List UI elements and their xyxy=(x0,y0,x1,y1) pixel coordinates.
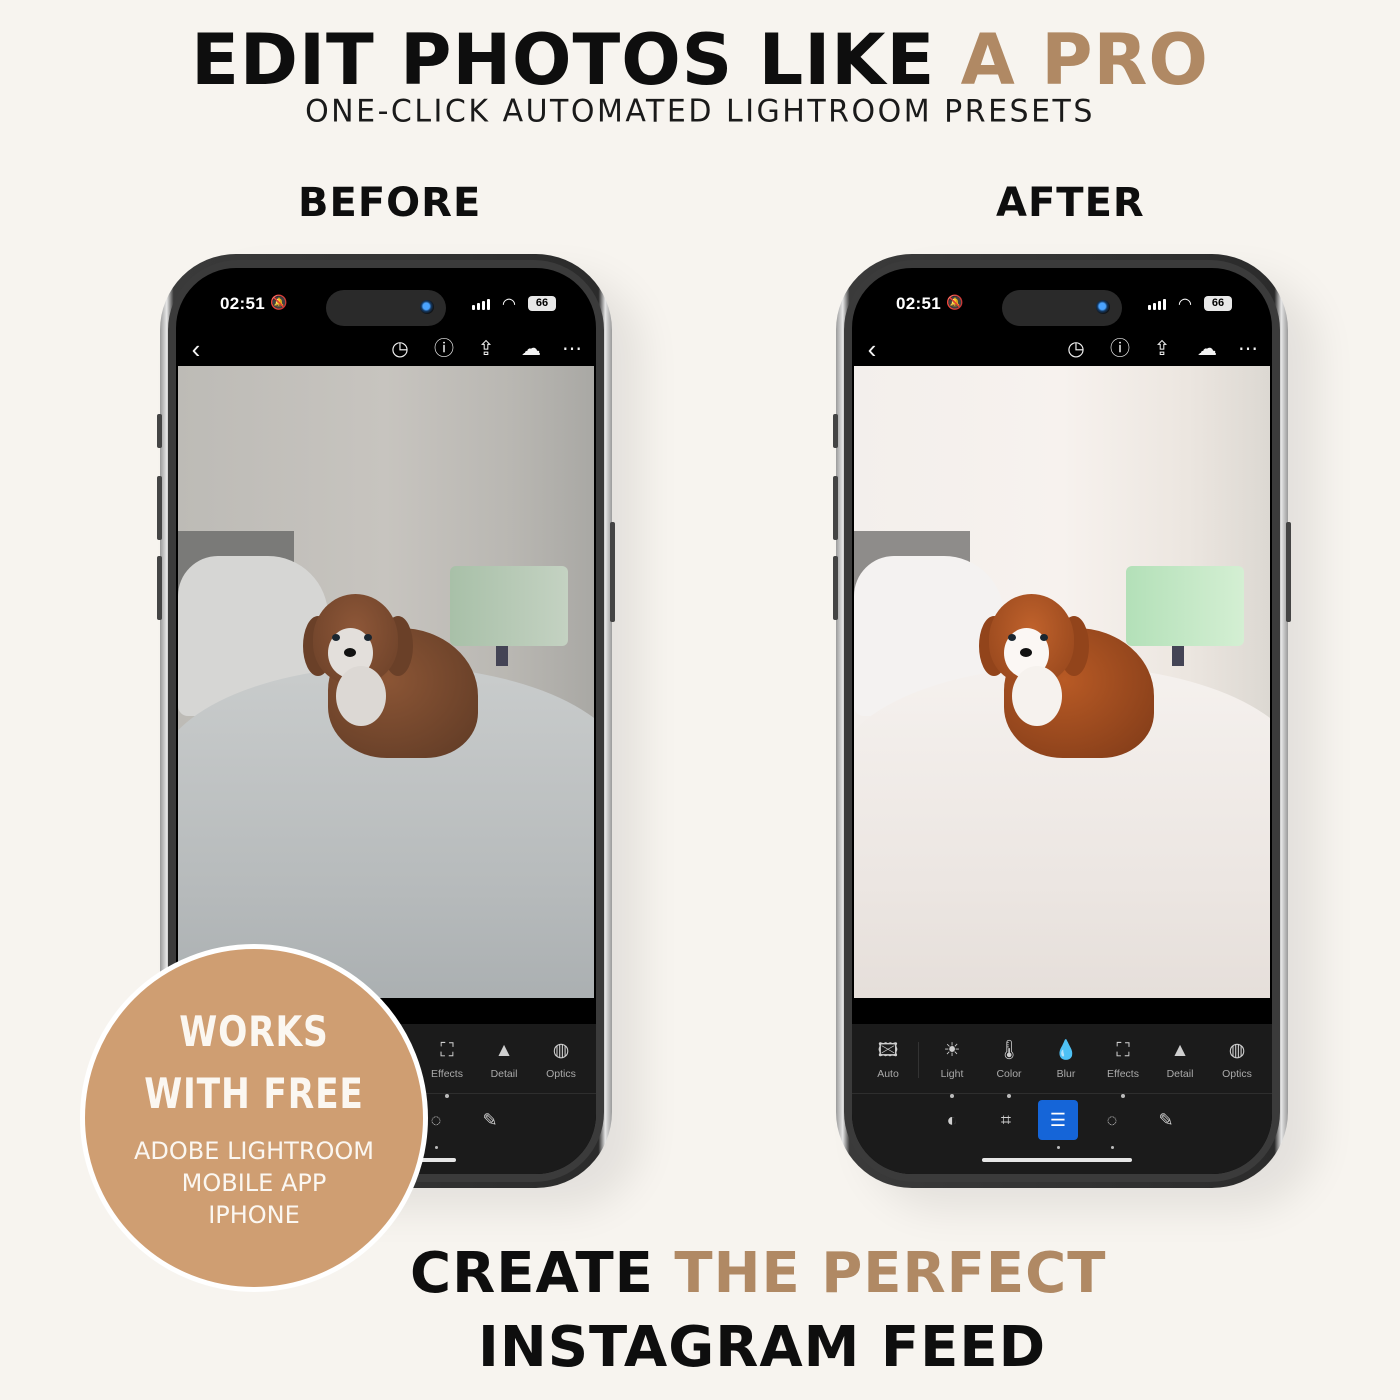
tool-blur[interactable]: 💧Blur xyxy=(1038,1038,1094,1080)
after-label: AFTER xyxy=(996,180,1145,226)
badge-line-2: WITH FREE xyxy=(144,1069,364,1118)
mode-healing[interactable]: ✎ xyxy=(470,1100,510,1140)
footer-line-2: INSTAGRAM FEED xyxy=(478,1315,1047,1380)
battery-indicator: 66 xyxy=(1204,296,1232,311)
camera-icon xyxy=(1096,300,1110,314)
history-icon[interactable]: ◷ xyxy=(1064,338,1088,360)
auto-icon: 🖾 xyxy=(877,1040,899,1061)
history-icon[interactable]: ◷ xyxy=(388,338,412,360)
home-indicator xyxy=(982,1158,1132,1162)
triangle-icon: ▲ xyxy=(1170,1040,1190,1061)
signal-icon xyxy=(1148,299,1166,310)
sliders-icon: ☰ xyxy=(1049,1110,1067,1130)
help-icon[interactable]: ⓘ xyxy=(1108,338,1132,360)
more-icon[interactable]: ⋯ xyxy=(560,338,584,360)
badge-line-4: MOBILE APP xyxy=(181,1169,327,1197)
compatibility-badge: WORKS WITH FREE ADOBE LIGHTROOM MOBILE A… xyxy=(80,944,428,1292)
tool-optics[interactable]: ◍ Optics xyxy=(1209,1038,1265,1080)
vignette-icon: ⛶ xyxy=(1116,1040,1130,1061)
volume-up-button xyxy=(833,476,838,540)
power-button xyxy=(1286,522,1291,622)
drop-icon: 💧 xyxy=(1054,1040,1078,1061)
bandage-icon: ✎ xyxy=(482,1110,498,1130)
tool-optics[interactable]: ◍ Optics xyxy=(533,1038,589,1080)
subheadline: ONE-CLICK AUTOMATED LIGHTROOM PRESETS xyxy=(305,93,1095,130)
volume-down-button xyxy=(833,556,838,620)
volume-down-button xyxy=(157,556,162,620)
share-icon[interactable]: ⇪ xyxy=(474,338,498,360)
tool-color[interactable]: 🌡Color xyxy=(981,1038,1037,1098)
triangle-icon: ▲ xyxy=(494,1040,514,1061)
tool-detail[interactable]: ▲ Detail xyxy=(1152,1038,1208,1080)
top-toolbar: ‹ ◷ ⓘ ⇪ ☁ ⋯ xyxy=(176,332,596,370)
volume-up-button xyxy=(157,476,162,540)
battery-indicator: 66 xyxy=(528,296,556,311)
lens-icon: ◍ xyxy=(1228,1040,1246,1061)
bandage-icon: ✎ xyxy=(1158,1110,1174,1130)
thermometer-icon: 🌡 xyxy=(996,1040,1022,1061)
dynamic-island xyxy=(326,290,446,326)
mode-crop[interactable]: ⌗ xyxy=(986,1100,1026,1140)
tool-detail[interactable]: ▲ Detail xyxy=(476,1038,532,1080)
cloud-synced-icon[interactable]: ☁ xyxy=(1192,338,1222,360)
dynamic-island xyxy=(1002,290,1122,326)
badge-line-3: ADOBE LIGHTROOM xyxy=(134,1137,374,1165)
top-toolbar: ‹ ◷ ⓘ ⇪ ☁ ⋯ xyxy=(852,332,1272,370)
headline-accent: A PRO xyxy=(960,19,1209,101)
more-icon[interactable]: ⋯ xyxy=(1236,338,1260,360)
tool-effects[interactable]: ⛶ Effects xyxy=(1095,1038,1151,1098)
bell-slash-icon: 🔕 xyxy=(946,294,964,310)
footer-line-1: CREATE THE PERFECT xyxy=(410,1241,1107,1306)
phone-after: 02:51 🔕 ◠ 66 ‹ ◷ ⓘ ⇪ ☁ ⋯ 🖾 Auto ☀ Light … xyxy=(833,254,1291,1188)
vignette-icon: ⛶ xyxy=(440,1040,454,1061)
tool-auto[interactable]: 🖾Auto xyxy=(860,1038,916,1080)
wifi-icon: ◠ xyxy=(502,296,516,313)
back-icon[interactable]: ‹ xyxy=(860,336,884,362)
headline: EDIT PHOTOS LIKE A PRO xyxy=(0,22,1400,98)
mode-edit[interactable]: ☰ xyxy=(1038,1100,1078,1140)
mode-healing[interactable]: ✎ xyxy=(1146,1100,1186,1140)
photo-after xyxy=(854,366,1270,998)
action-button xyxy=(833,414,838,448)
mode-masking[interactable]: ◌ xyxy=(1092,1100,1132,1140)
mode-presets[interactable]: ◐ xyxy=(932,1100,972,1140)
phone-screen: 02:51 🔕 ◠ 66 ‹ ◷ ⓘ ⇪ ☁ ⋯ xyxy=(852,268,1272,1174)
camera-icon xyxy=(420,300,434,314)
tool-effects[interactable]: ⛶ Effects xyxy=(419,1038,475,1098)
status-bar: 02:51 🔕 ◠ 66 xyxy=(852,290,1272,326)
badge-line-1: WORKS xyxy=(179,1007,329,1056)
bell-slash-icon: 🔕 xyxy=(270,294,288,310)
tool-strip: 🖾Auto ☀Light 🌡Color 💧Blur ⛶Effects ▲Deta… xyxy=(852,1024,1272,1098)
photo-before xyxy=(178,366,594,998)
edit-panel: 🖾Auto ☀Light 🌡Color 💧Blur ⛶Effects ▲Deta… xyxy=(852,1024,1272,1174)
crop-icon: ⌗ xyxy=(1000,1110,1012,1130)
lens-icon: ◍ xyxy=(552,1040,570,1061)
badge-line-5: IPHONE xyxy=(208,1201,300,1229)
footer-accent: THE PERFECT xyxy=(674,1241,1107,1306)
presets-icon: ◐ xyxy=(946,1110,958,1130)
wifi-icon: ◠ xyxy=(1178,296,1192,313)
signal-icon xyxy=(472,299,490,310)
before-label: BEFORE xyxy=(298,180,482,226)
power-button xyxy=(610,522,615,622)
status-bar: 02:51 🔕 ◠ 66 xyxy=(176,290,596,326)
status-time: 02:51 xyxy=(896,294,941,313)
masking-icon: ◌ xyxy=(1106,1110,1118,1130)
action-button xyxy=(157,414,162,448)
masking-icon: ◌ xyxy=(430,1110,442,1130)
help-icon[interactable]: ⓘ xyxy=(432,338,456,360)
cloud-synced-icon[interactable]: ☁ xyxy=(516,338,546,360)
mode-strip: ◐ ⌗ ☰ ◌ ✎ xyxy=(852,1100,1272,1150)
badge-details: ADOBE LIGHTROOM MOBILE APP IPHONE xyxy=(85,1135,423,1231)
status-time: 02:51 xyxy=(220,294,265,313)
tool-light[interactable]: ☀Light xyxy=(924,1038,980,1098)
share-icon[interactable]: ⇪ xyxy=(1150,338,1174,360)
headline-main: EDIT PHOTOS LIKE xyxy=(191,19,961,101)
sun-icon: ☀ xyxy=(943,1040,961,1061)
back-icon[interactable]: ‹ xyxy=(184,336,208,362)
